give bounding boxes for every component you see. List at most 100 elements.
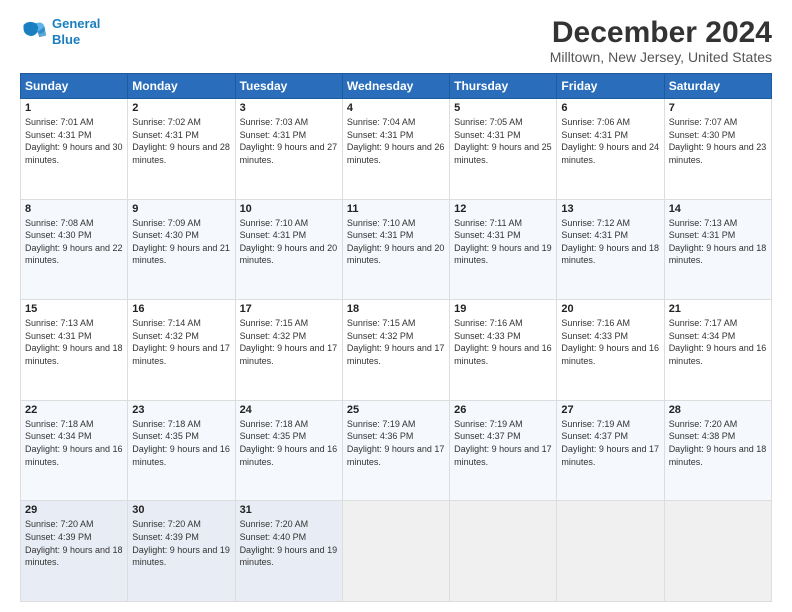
- day-number: 16: [132, 303, 230, 315]
- calendar-week-row: 1 Sunrise: 7:01 AMSunset: 4:31 PMDayligh…: [21, 99, 772, 200]
- day-number: 10: [240, 203, 338, 215]
- calendar-cell: [450, 501, 557, 602]
- logo: General Blue: [20, 16, 100, 47]
- calendar-cell: 12 Sunrise: 7:11 AMSunset: 4:31 PMDaylig…: [450, 199, 557, 300]
- day-info: Sunrise: 7:15 AMSunset: 4:32 PMDaylight:…: [240, 318, 338, 366]
- day-info: Sunrise: 7:12 AMSunset: 4:31 PMDaylight:…: [561, 218, 659, 266]
- calendar-cell: 8 Sunrise: 7:08 AMSunset: 4:30 PMDayligh…: [21, 199, 128, 300]
- day-number: 2: [132, 102, 230, 114]
- calendar-cell: 31 Sunrise: 7:20 AMSunset: 4:40 PMDaylig…: [235, 501, 342, 602]
- calendar-week-row: 15 Sunrise: 7:13 AMSunset: 4:31 PMDaylig…: [21, 300, 772, 401]
- calendar-cell: 6 Sunrise: 7:06 AMSunset: 4:31 PMDayligh…: [557, 99, 664, 200]
- day-info: Sunrise: 7:07 AMSunset: 4:30 PMDaylight:…: [669, 117, 767, 165]
- calendar-week-row: 8 Sunrise: 7:08 AMSunset: 4:30 PMDayligh…: [21, 199, 772, 300]
- day-number: 29: [25, 504, 123, 516]
- day-number: 7: [669, 102, 767, 114]
- day-number: 31: [240, 504, 338, 516]
- day-info: Sunrise: 7:01 AMSunset: 4:31 PMDaylight:…: [25, 117, 123, 165]
- calendar-cell: 14 Sunrise: 7:13 AMSunset: 4:31 PMDaylig…: [664, 199, 771, 300]
- day-info: Sunrise: 7:10 AMSunset: 4:31 PMDaylight:…: [240, 218, 338, 266]
- calendar-header-tuesday: Tuesday: [235, 74, 342, 99]
- calendar-cell: 17 Sunrise: 7:15 AMSunset: 4:32 PMDaylig…: [235, 300, 342, 401]
- calendar-cell: 26 Sunrise: 7:19 AMSunset: 4:37 PMDaylig…: [450, 400, 557, 501]
- calendar-cell: 1 Sunrise: 7:01 AMSunset: 4:31 PMDayligh…: [21, 99, 128, 200]
- calendar-cell: 3 Sunrise: 7:03 AMSunset: 4:31 PMDayligh…: [235, 99, 342, 200]
- calendar-cell: 9 Sunrise: 7:09 AMSunset: 4:30 PMDayligh…: [128, 199, 235, 300]
- calendar-cell: 4 Sunrise: 7:04 AMSunset: 4:31 PMDayligh…: [342, 99, 449, 200]
- day-info: Sunrise: 7:18 AMSunset: 4:35 PMDaylight:…: [132, 419, 230, 467]
- day-number: 13: [561, 203, 659, 215]
- calendar-cell: 13 Sunrise: 7:12 AMSunset: 4:31 PMDaylig…: [557, 199, 664, 300]
- day-number: 21: [669, 303, 767, 315]
- calendar-header-row: SundayMondayTuesdayWednesdayThursdayFrid…: [21, 74, 772, 99]
- day-number: 5: [454, 102, 552, 114]
- calendar-header-wednesday: Wednesday: [342, 74, 449, 99]
- day-number: 6: [561, 102, 659, 114]
- day-number: 23: [132, 404, 230, 416]
- calendar-cell: 22 Sunrise: 7:18 AMSunset: 4:34 PMDaylig…: [21, 400, 128, 501]
- calendar-cell: 19 Sunrise: 7:16 AMSunset: 4:33 PMDaylig…: [450, 300, 557, 401]
- day-info: Sunrise: 7:08 AMSunset: 4:30 PMDaylight:…: [25, 218, 123, 266]
- day-number: 9: [132, 203, 230, 215]
- day-number: 19: [454, 303, 552, 315]
- day-number: 18: [347, 303, 445, 315]
- day-info: Sunrise: 7:20 AMSunset: 4:39 PMDaylight:…: [132, 519, 230, 567]
- calendar-cell: 28 Sunrise: 7:20 AMSunset: 4:38 PMDaylig…: [664, 400, 771, 501]
- logo-line1: General: [52, 16, 100, 31]
- day-info: Sunrise: 7:13 AMSunset: 4:31 PMDaylight:…: [25, 318, 123, 366]
- subtitle: Milltown, New Jersey, United States: [550, 49, 772, 65]
- day-info: Sunrise: 7:19 AMSunset: 4:37 PMDaylight:…: [561, 419, 659, 467]
- header: General Blue December 2024 Milltown, New…: [20, 16, 772, 65]
- calendar-cell: [342, 501, 449, 602]
- title-section: December 2024 Milltown, New Jersey, Unit…: [550, 16, 772, 65]
- day-number: 27: [561, 404, 659, 416]
- day-info: Sunrise: 7:14 AMSunset: 4:32 PMDaylight:…: [132, 318, 230, 366]
- calendar-cell: 21 Sunrise: 7:17 AMSunset: 4:34 PMDaylig…: [664, 300, 771, 401]
- calendar-cell: [664, 501, 771, 602]
- calendar-cell: [557, 501, 664, 602]
- calendar-cell: 30 Sunrise: 7:20 AMSunset: 4:39 PMDaylig…: [128, 501, 235, 602]
- day-info: Sunrise: 7:20 AMSunset: 4:40 PMDaylight:…: [240, 519, 338, 567]
- day-info: Sunrise: 7:17 AMSunset: 4:34 PMDaylight:…: [669, 318, 767, 366]
- calendar-cell: 20 Sunrise: 7:16 AMSunset: 4:33 PMDaylig…: [557, 300, 664, 401]
- calendar-cell: 27 Sunrise: 7:19 AMSunset: 4:37 PMDaylig…: [557, 400, 664, 501]
- day-info: Sunrise: 7:16 AMSunset: 4:33 PMDaylight:…: [561, 318, 659, 366]
- calendar-header-saturday: Saturday: [664, 74, 771, 99]
- day-number: 11: [347, 203, 445, 215]
- calendar-cell: 16 Sunrise: 7:14 AMSunset: 4:32 PMDaylig…: [128, 300, 235, 401]
- calendar-week-row: 29 Sunrise: 7:20 AMSunset: 4:39 PMDaylig…: [21, 501, 772, 602]
- day-number: 14: [669, 203, 767, 215]
- calendar-cell: 15 Sunrise: 7:13 AMSunset: 4:31 PMDaylig…: [21, 300, 128, 401]
- calendar-cell: 11 Sunrise: 7:10 AMSunset: 4:31 PMDaylig…: [342, 199, 449, 300]
- day-info: Sunrise: 7:02 AMSunset: 4:31 PMDaylight:…: [132, 117, 230, 165]
- calendar-week-row: 22 Sunrise: 7:18 AMSunset: 4:34 PMDaylig…: [21, 400, 772, 501]
- day-number: 17: [240, 303, 338, 315]
- calendar-cell: 5 Sunrise: 7:05 AMSunset: 4:31 PMDayligh…: [450, 99, 557, 200]
- day-number: 28: [669, 404, 767, 416]
- day-number: 26: [454, 404, 552, 416]
- day-info: Sunrise: 7:06 AMSunset: 4:31 PMDaylight:…: [561, 117, 659, 165]
- calendar-cell: 10 Sunrise: 7:10 AMSunset: 4:31 PMDaylig…: [235, 199, 342, 300]
- day-number: 8: [25, 203, 123, 215]
- day-info: Sunrise: 7:10 AMSunset: 4:31 PMDaylight:…: [347, 218, 445, 266]
- day-number: 3: [240, 102, 338, 114]
- logo-icon: [20, 18, 48, 46]
- main-title: December 2024: [550, 16, 772, 49]
- day-number: 20: [561, 303, 659, 315]
- day-info: Sunrise: 7:04 AMSunset: 4:31 PMDaylight:…: [347, 117, 445, 165]
- logo-text: General Blue: [52, 16, 100, 47]
- calendar-cell: 25 Sunrise: 7:19 AMSunset: 4:36 PMDaylig…: [342, 400, 449, 501]
- logo-line2: Blue: [52, 32, 80, 47]
- day-info: Sunrise: 7:13 AMSunset: 4:31 PMDaylight:…: [669, 218, 767, 266]
- day-info: Sunrise: 7:16 AMSunset: 4:33 PMDaylight:…: [454, 318, 552, 366]
- day-info: Sunrise: 7:20 AMSunset: 4:39 PMDaylight:…: [25, 519, 123, 567]
- day-number: 25: [347, 404, 445, 416]
- day-info: Sunrise: 7:05 AMSunset: 4:31 PMDaylight:…: [454, 117, 552, 165]
- day-number: 24: [240, 404, 338, 416]
- day-info: Sunrise: 7:18 AMSunset: 4:35 PMDaylight:…: [240, 419, 338, 467]
- calendar-header-friday: Friday: [557, 74, 664, 99]
- day-info: Sunrise: 7:11 AMSunset: 4:31 PMDaylight:…: [454, 218, 552, 266]
- calendar-cell: 7 Sunrise: 7:07 AMSunset: 4:30 PMDayligh…: [664, 99, 771, 200]
- day-number: 12: [454, 203, 552, 215]
- day-number: 22: [25, 404, 123, 416]
